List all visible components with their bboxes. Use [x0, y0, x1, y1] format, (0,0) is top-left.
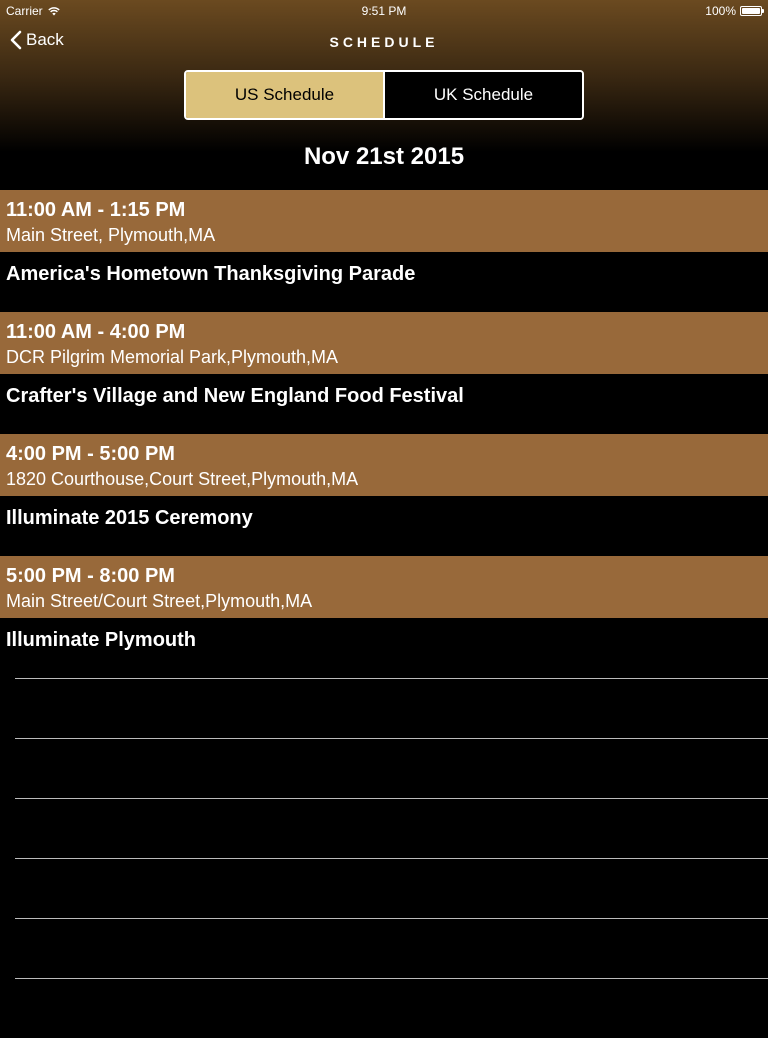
schedule-date: Nov 21st 2015 [303, 143, 465, 170]
event-location: 1820 Courthouse,Court Street,Plymouth,MA [6, 469, 359, 489]
event-item[interactable]: 11:00 AM - 1:15 PM Main Street, Plymouth… [0, 190, 768, 312]
event-location: DCR Pilgrim Memorial Park,Plymouth,MA [6, 347, 339, 367]
event-time: 11:00 AM - 4:00 PM [6, 321, 186, 343]
navigation-bar: Back SCHEDULE [0, 20, 768, 64]
event-list: 11:00 AM - 1:15 PM Main Street, Plymouth… [0, 190, 768, 678]
event-title: Illuminate 2015 Ceremony [6, 507, 253, 529]
event-title: Crafter's Village and New England Food F… [6, 385, 464, 407]
status-right: 100% [705, 4, 764, 18]
empty-row-separator [15, 798, 768, 858]
event-header: 4:00 PM - 5:00 PM 1820 Courthouse,Court … [0, 434, 768, 496]
event-header: 11:00 AM - 1:15 PM Main Street, Plymouth… [0, 190, 768, 252]
uk-schedule-segment[interactable]: UK Schedule [383, 72, 582, 118]
empty-row-separator [15, 678, 768, 738]
event-item[interactable]: 4:00 PM - 5:00 PM 1820 Courthouse,Court … [0, 434, 768, 556]
event-item[interactable]: 11:00 AM - 4:00 PM DCR Pilgrim Memorial … [0, 312, 768, 434]
event-item[interactable]: 5:00 PM - 8:00 PM Main Street/Court Stre… [0, 556, 768, 678]
empty-row-separator [15, 738, 768, 798]
event-location: Main Street, Plymouth,MA [6, 225, 216, 245]
empty-row-separator [15, 978, 768, 1038]
event-header: 5:00 PM - 8:00 PM Main Street/Court Stre… [0, 556, 768, 618]
event-header: 11:00 AM - 4:00 PM DCR Pilgrim Memorial … [0, 312, 768, 374]
us-schedule-segment[interactable]: US Schedule [186, 72, 383, 118]
battery-icon [740, 6, 764, 16]
event-location: Main Street/Court Street,Plymouth,MA [6, 591, 313, 611]
schedule-segmented-control: US Schedule UK Schedule [184, 70, 584, 120]
event-time: 5:00 PM - 8:00 PM [6, 565, 175, 587]
event-title: America's Hometown Thanksgiving Parade [6, 263, 416, 285]
status-bar: Carrier 9:51 PM 100% [0, 0, 768, 20]
page-title: SCHEDULE [329, 34, 439, 50]
empty-row-separator [15, 918, 768, 978]
event-title: Illuminate Plymouth [6, 629, 197, 651]
battery-percent: 100% [705, 4, 736, 18]
empty-row-separator [15, 858, 768, 918]
empty-table-rows [0, 678, 768, 1038]
event-time: 4:00 PM - 5:00 PM [6, 443, 175, 465]
status-time: 9:51 PM [361, 4, 407, 18]
event-time: 11:00 AM - 1:15 PM [6, 199, 186, 221]
